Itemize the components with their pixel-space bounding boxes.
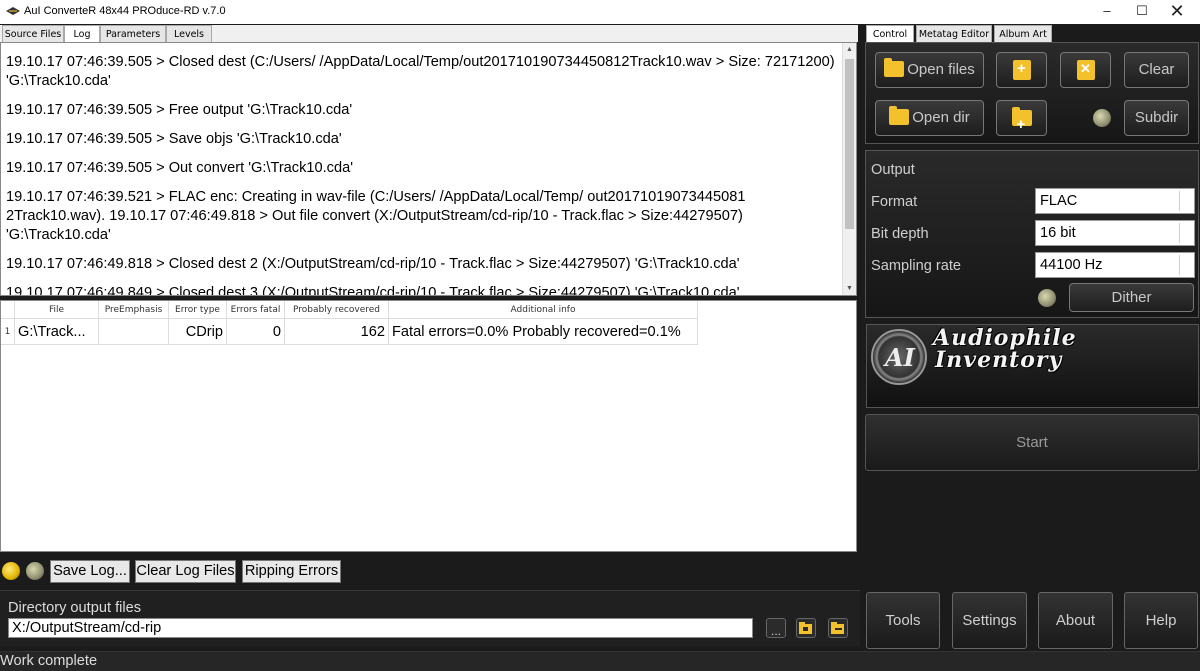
log-line: 19.10.17 07:46:39.521 > FLAC enc: Creati…: [6, 189, 746, 243]
open-dir-label: Open dir: [912, 109, 970, 126]
tab-album-art[interactable]: Album Art: [994, 25, 1052, 42]
col-header-preemphasis[interactable]: PreEmphasis: [99, 301, 169, 319]
col-header-file[interactable]: File: [15, 301, 99, 319]
add-folder-plus: +: [1016, 116, 1026, 134]
clear-log-files-button[interactable]: Clear Log Files: [135, 560, 236, 583]
clear-button[interactable]: Clear: [1124, 52, 1189, 88]
folder-export-icon[interactable]: [828, 618, 848, 638]
errors-grid[interactable]: File PreEmphasis Error type Errors fatal…: [0, 300, 857, 552]
bit-depth-label: Bit depth: [871, 226, 929, 242]
grid-corner: [1, 301, 15, 319]
app-icon: [6, 7, 20, 15]
col-header-additional-info[interactable]: Additional info: [389, 301, 698, 319]
open-files-button[interactable]: Open files: [875, 52, 984, 88]
dither-button[interactable]: Dither: [1069, 283, 1194, 312]
subdir-indicator[interactable]: [1093, 109, 1111, 127]
col-header-probably-recovered[interactable]: Probably recovered: [285, 301, 389, 319]
add-file-icon: +: [1012, 60, 1031, 81]
subdir-button[interactable]: Subdir: [1124, 100, 1189, 136]
log-line: 19.10.17 07:46:39.505 > Save objs 'G:\Tr…: [6, 131, 342, 147]
col-header-error-type[interactable]: Error type: [169, 301, 227, 319]
help-button[interactable]: Help: [1124, 592, 1198, 649]
start-button[interactable]: Start: [865, 414, 1199, 471]
status-led-yellow: [2, 562, 20, 580]
row-number: 1: [1, 319, 15, 345]
add-folder-button[interactable]: +: [996, 100, 1047, 136]
folder-open-icon[interactable]: [796, 618, 816, 638]
status-led-grey[interactable]: [26, 562, 44, 580]
about-button[interactable]: About: [1038, 592, 1113, 649]
status-bar: [0, 651, 1200, 671]
bit-depth-select[interactable]: 16 bit: [1035, 220, 1195, 246]
tab-control[interactable]: Control: [866, 25, 914, 43]
title-bar: AuI ConverteR 48x44 PROduce-RD v.7.0 – ☐…: [0, 0, 1200, 24]
cell-probably-recovered[interactable]: 162: [285, 319, 389, 345]
tab-metatag-editor[interactable]: Metatag Editor: [916, 25, 992, 42]
remove-file-button[interactable]: ✕: [1060, 52, 1111, 88]
directory-output-input[interactable]: X:/OutputStream/cd-rip: [8, 618, 753, 638]
log-line: 19.10.17 07:46:49.818 > Closed dest 2 (X…: [6, 256, 740, 272]
log-line: 19.10.17 07:46:39.505 > Closed dest (C:/…: [6, 54, 835, 89]
tab-source-files[interactable]: Source Files: [2, 25, 64, 42]
status-text: Work complete: [0, 653, 98, 669]
format-select[interactable]: FLAC: [1035, 188, 1195, 214]
sampling-rate-label: Sampling rate: [871, 258, 962, 274]
dither-indicator[interactable]: [1038, 289, 1056, 307]
log-line: 19.10.17 07:46:39.505 > Free output 'G:\…: [6, 102, 353, 118]
close-button[interactable]: ✕: [1154, 0, 1200, 24]
scroll-down-icon[interactable]: ▼: [846, 285, 853, 292]
cell-preemphasis[interactable]: [99, 319, 169, 345]
cell-additional-info[interactable]: Fatal errors=0.0% Probably recovered=0.1…: [389, 319, 698, 345]
log-scrollbar[interactable]: ▲ ▼: [842, 43, 856, 295]
tab-parameters[interactable]: Parameters: [100, 25, 166, 42]
directory-label: Directory output files: [8, 600, 142, 616]
logo-text-line2: Inventory: [935, 347, 1063, 373]
sampling-rate-select[interactable]: 44100 Hz: [1035, 252, 1195, 278]
log-panel[interactable]: 19.10.17 07:46:39.505 > Closed dest (C:/…: [0, 42, 857, 296]
open-dir-button[interactable]: Open dir: [875, 100, 984, 136]
folder-icon: [884, 57, 905, 77]
audiophile-inventory-logo: AI Audiophile Inventory: [866, 324, 1199, 408]
remove-file-icon: ✕: [1076, 60, 1095, 81]
left-tab-strip: Source Files Log Parameters Levels: [0, 25, 858, 43]
tools-button[interactable]: Tools: [866, 592, 940, 649]
add-folder-icon: +: [1011, 107, 1032, 133]
settings-button[interactable]: Settings: [952, 592, 1027, 649]
cell-file[interactable]: G:\Track...: [15, 319, 99, 345]
folder-icon: [889, 105, 910, 125]
browse-button[interactable]: ...: [766, 618, 786, 638]
log-line: 19.10.17 07:46:49.849 > Closed dest 3 (X…: [6, 285, 740, 296]
scroll-thumb[interactable]: [845, 59, 854, 229]
output-title: Output: [871, 162, 915, 178]
col-header-errors-fatal[interactable]: Errors fatal: [227, 301, 285, 319]
window-title: AuI ConverteR 48x44 PROduce-RD v.7.0: [24, 5, 226, 17]
scroll-up-icon[interactable]: ▲: [846, 46, 853, 53]
log-text: 19.10.17 07:46:39.505 > Closed dest (C:/…: [6, 53, 842, 296]
cell-errors-fatal[interactable]: 0: [227, 319, 285, 345]
right-tab-strip: Control Metatag Editor Album Art: [864, 25, 1200, 43]
add-file-button[interactable]: +: [996, 52, 1047, 88]
logo-disc-icon: AI: [871, 329, 927, 385]
cell-error-type[interactable]: CDrip: [169, 319, 227, 345]
ripping-errors-button[interactable]: Ripping Errors: [242, 560, 341, 583]
format-label: Format: [871, 194, 918, 210]
log-line: 19.10.17 07:46:39.505 > Out convert 'G:\…: [6, 160, 353, 176]
open-files-label: Open files: [907, 61, 975, 78]
tab-log[interactable]: Log: [64, 25, 100, 43]
save-log-button[interactable]: Save Log...: [50, 560, 130, 583]
logo-mark: AI: [885, 343, 915, 372]
tab-levels[interactable]: Levels: [166, 25, 212, 42]
